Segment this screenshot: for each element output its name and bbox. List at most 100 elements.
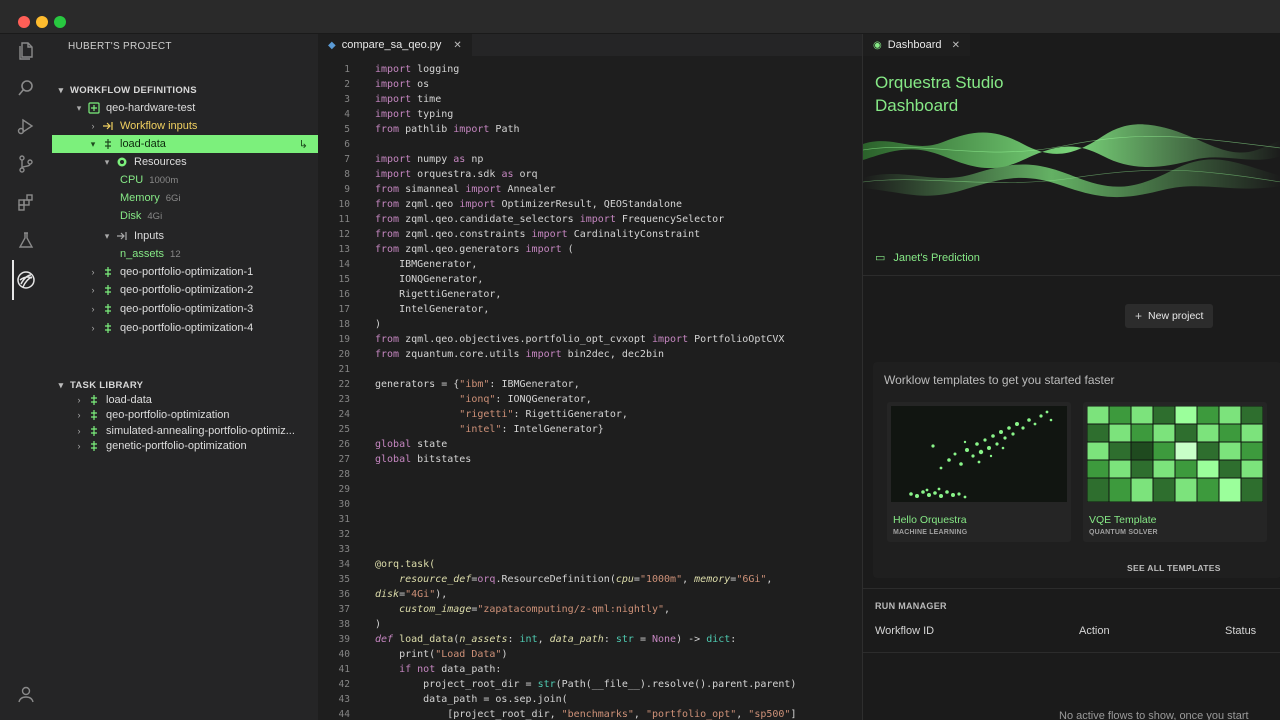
line-number: 32 xyxy=(338,529,350,540)
tree-item-resources[interactable]: ▾ Resources xyxy=(52,153,318,171)
resource-label: CPU xyxy=(120,174,144,186)
chevron-right-icon: › xyxy=(77,395,81,405)
code-line: 7 import numpy as np xyxy=(318,152,862,167)
line-number: 20 xyxy=(338,349,350,360)
chevron-right-icon: › xyxy=(91,121,95,131)
code-line: 5 from pathlib import Path xyxy=(318,122,862,137)
resource-label: Memory xyxy=(120,192,160,204)
tree-item-portfolio-2[interactable]: › qeo-portfolio-optimization-2 xyxy=(52,281,318,299)
see-all-templates-link[interactable]: SEE ALL TEMPLATES xyxy=(1127,563,1221,573)
task-item[interactable]: › genetic-portfolio-optimization xyxy=(52,437,318,455)
code-line: 26 global state xyxy=(318,437,862,452)
tree-item-load-data[interactable]: ▾ load-data ↳ xyxy=(52,135,318,153)
tree-label: qeo-portfolio-optimization-4 xyxy=(120,322,254,334)
janets-prediction-link[interactable]: ▭ Janet's Prediction xyxy=(875,251,980,265)
testing-flask-icon[interactable] xyxy=(14,228,38,252)
close-window-button[interactable] xyxy=(18,16,30,28)
line-number: 22 xyxy=(338,379,350,390)
run-debug-icon[interactable] xyxy=(14,114,38,138)
line-number: 38 xyxy=(338,619,350,630)
task-icon xyxy=(100,284,116,296)
hero-wave-graphic xyxy=(863,124,1280,198)
code-line: 23 "ionq": IONQGenerator, xyxy=(318,392,862,407)
code-line: 6 xyxy=(318,137,862,152)
line-number: 7 xyxy=(344,154,350,165)
tab-dashboard[interactable]: ◉ Dashboard ✕ xyxy=(863,34,970,56)
line-number: 14 xyxy=(338,259,350,270)
code-line: 38) xyxy=(318,617,862,632)
divider xyxy=(863,275,1280,276)
code-line: 27 global bitstates xyxy=(318,452,862,467)
scatter-thumbnail-graphic xyxy=(909,410,1053,499)
source-control-icon[interactable] xyxy=(14,152,38,176)
tree-item-portfolio-4[interactable]: › qeo-portfolio-optimization-4 xyxy=(52,319,318,337)
chevron-right-icon: › xyxy=(77,410,81,420)
code-line: 36 disk="4Gi"), xyxy=(318,587,862,602)
explorer-icon[interactable] xyxy=(14,38,38,62)
tree-item-disk[interactable]: Disk 4Gi xyxy=(52,207,318,225)
code-line: 29 xyxy=(318,482,862,497)
input-icon xyxy=(100,120,116,132)
line-number: 40 xyxy=(338,649,350,660)
tree-item-qeo-hardware-test[interactable]: ▾ qeo-hardware-test xyxy=(52,99,318,117)
line-number: 16 xyxy=(338,289,350,300)
chevron-right-icon: › xyxy=(91,323,95,333)
code-line: 19 from zqml.qeo.objectives.portfolio_opt… xyxy=(318,332,862,347)
search-icon[interactable] xyxy=(14,76,38,100)
zoom-window-button[interactable] xyxy=(54,16,66,28)
card-subtitle: QUANTUM SOLVER xyxy=(1089,529,1158,536)
line-number: 10 xyxy=(338,199,350,210)
grid-thumbnail-graphic xyxy=(1087,406,1263,502)
chevron-right-icon: › xyxy=(91,267,95,277)
close-tab-icon[interactable]: ✕ xyxy=(453,40,461,51)
tree-item-memory[interactable]: Memory 6Gi xyxy=(52,189,318,207)
minimize-window-button[interactable] xyxy=(36,16,48,28)
tree-item-cpu[interactable]: CPU 1000m xyxy=(52,171,318,189)
line-number: 37 xyxy=(338,604,350,615)
tree-item-portfolio-3[interactable]: › qeo-portfolio-optimization-3 xyxy=(52,300,318,318)
tab-compare-sa-qeo[interactable]: ◆ compare_sa_qeo.py ✕ xyxy=(318,34,472,56)
chevron-right-icon: › xyxy=(91,304,95,314)
task-icon xyxy=(86,394,102,406)
workflow-definitions-header[interactable]: ▾ WORKFLOW DEFINITIONS xyxy=(52,81,318,99)
dashboard-panel: ◉ Dashboard ✕ Orquestra Studio Dashboard… xyxy=(862,34,1280,720)
tree-label: Workflow inputs xyxy=(120,120,198,132)
tree-item-n-assets[interactable]: n_assets 12 xyxy=(52,245,318,263)
goto-icon[interactable]: ↳ xyxy=(299,138,308,151)
code-editor[interactable]: ◆ compare_sa_qeo.py ✕ 1 import logging 2i… xyxy=(318,34,862,720)
template-card-vqe[interactable]: VQE Template QUANTUM SOLVER xyxy=(1083,402,1267,542)
line-number: 19 xyxy=(338,334,350,345)
code-line: 2 import os xyxy=(318,77,862,92)
activity-bar xyxy=(0,34,52,720)
line-number: 8 xyxy=(344,169,350,180)
code-line: 16 RigettiGenerator, xyxy=(318,287,862,302)
chevron-down-icon: ▾ xyxy=(58,379,64,390)
template-card-hello-orquestra[interactable]: Hello Orquestra MACHINE LEARNING xyxy=(887,402,1071,542)
line-number: 1 xyxy=(344,64,350,75)
code-line: 8 import orquestra.sdk as orq xyxy=(318,167,862,182)
tree-item-inputs[interactable]: ▾ Inputs xyxy=(52,227,318,245)
orquestra-icon[interactable] xyxy=(14,268,38,292)
code-line: 17 IntelGenerator, xyxy=(318,302,862,317)
line-number: 17 xyxy=(338,304,350,315)
account-icon[interactable] xyxy=(14,682,38,706)
code-line: 10 from zqml.qeo import OptimizerResult, … xyxy=(318,197,862,212)
line-number: 27 xyxy=(338,454,350,465)
tree-item-portfolio-1[interactable]: › qeo-portfolio-optimization-1 xyxy=(52,263,318,281)
line-number: 41 xyxy=(338,664,350,675)
line-number: 5 xyxy=(344,124,350,135)
tree-label: qeo-portfolio-optimization xyxy=(106,409,230,421)
project-name: Janet's Prediction xyxy=(893,251,980,264)
line-number: 12 xyxy=(338,229,350,240)
extensions-icon[interactable] xyxy=(14,190,38,214)
tree-label: genetic-portfolio-optimization xyxy=(106,440,247,452)
chevron-down-icon: ▾ xyxy=(104,156,110,167)
close-tab-icon[interactable]: ✕ xyxy=(952,40,960,51)
line-number: 21 xyxy=(338,364,350,375)
code-line: 31 xyxy=(318,512,862,527)
tree-item-workflow-inputs[interactable]: › Workflow inputs xyxy=(52,117,318,135)
section-label: TASK LIBRARY xyxy=(70,379,144,391)
new-project-button[interactable]: + New project xyxy=(1125,304,1214,328)
sidebar: HUBERT'S PROJECT ▾ WORKFLOW DEFINITIONS … xyxy=(52,34,318,720)
code-line: 15 IONQGenerator, xyxy=(318,272,862,287)
